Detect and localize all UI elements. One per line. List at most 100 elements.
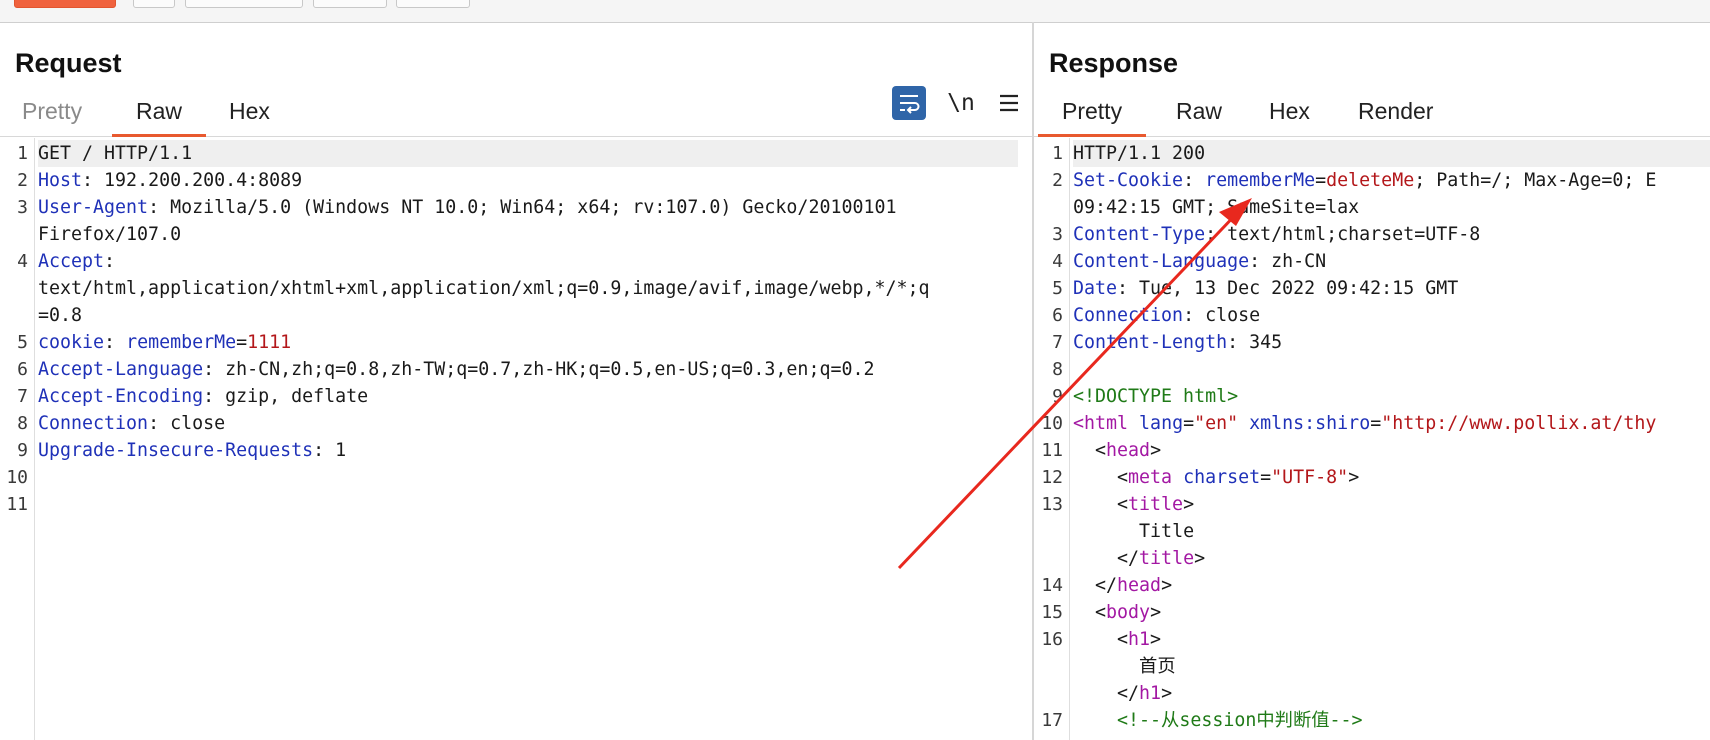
code-line: Accept-Language: zh-CN,zh;q=0.8,zh-TW;q=… [38,356,1032,383]
header-name: Connection [38,413,149,434]
code-line: <html lang="en" xmlns:shiro="http://www.… [1073,410,1710,437]
tag-name: body [1106,602,1151,623]
code-line: 09:42:15 GMT; SameSite=lax [1073,194,1710,221]
wrap-lines-icon[interactable] [892,86,926,120]
tab-hex[interactable]: Hex [229,98,270,125]
header-sep: : [104,251,116,272]
code-line: Title [1073,518,1710,545]
header-name: Accept [38,251,105,272]
code-line: Connection: close [38,410,1032,437]
hamburger-menu-icon[interactable] [992,86,1026,120]
code-line: </h1> [1073,683,1173,704]
line-number: 6 [17,359,28,380]
cookie-eq: = [236,332,248,353]
header-sep: : [1183,170,1206,191]
line-number: 18 [1041,734,1063,740]
header-name: Content-Type [1073,224,1206,245]
line-number: 5 [1052,278,1063,299]
response-editor[interactable]: 1 2 3 4 5 6 7 8 9 10 11 12 13 14 15 16 1… [1034,138,1710,740]
attr-name: xmlns:shiro [1238,413,1371,434]
code-line: Content-Type: text/html;charset=UTF-8 [1073,221,1710,248]
tab-raw[interactable]: Raw [1176,98,1222,125]
attr-value: "UTF-8" [1271,467,1349,488]
line-number: 9 [17,440,28,461]
tag-name: h1 [1139,683,1162,704]
header-sep: : [104,332,127,353]
line-number: 7 [1052,332,1063,353]
status-line: HTTP/1.1 200 [1073,143,1206,164]
code-line: </head> [1073,575,1173,596]
code-line: Set-Cookie: rememberMe=deleteMe; Path=/;… [1073,167,1710,194]
line-number: 3 [1052,224,1063,245]
history-back-button[interactable] [313,0,387,8]
top-toolbar [0,0,1710,23]
line-number: 11 [6,494,28,515]
cookie-eq: = [1315,170,1327,191]
line-number: 12 [1041,467,1063,488]
line-number: 9 [1052,386,1063,407]
code-line: HTTP/1.1 200 [1073,140,1710,167]
response-title: Response [1049,48,1179,78]
header-value: : Tue, 13 Dec 2022 09:42:15 GMT [1117,278,1459,299]
doctype: <!DOCTYPE html> [1073,386,1239,407]
line-number: 11 [1041,440,1063,461]
code-line: Accept: [38,248,1032,275]
code-line: text/html,application/xhtml+xml,applicat… [38,275,1032,302]
cookie-name: rememberMe [126,332,237,353]
response-panel: Response Pretty Raw Hex Render 1 2 3 4 5… [1034,22,1710,740]
line-number: 10 [6,467,28,488]
history-forward-button[interactable] [396,0,470,8]
header-name: Accept-Language [38,359,204,380]
line-number: 4 [1052,251,1063,272]
code-line: <head> [1073,440,1162,461]
request-line-text: GET / HTTP/1.1 [38,143,193,164]
line-number: 16 [1041,629,1063,650]
header-value: zh-CN,zh;q=0.8,zh-TW;q=0.7,zh-HK;q=0.5,e… [225,359,875,380]
cookie-value: deleteMe [1326,170,1415,191]
line-number: 2 [17,170,28,191]
header-sep: : [148,197,171,218]
line-number: 17 [1041,710,1063,731]
request-title: Request [15,48,122,78]
send-button[interactable] [14,0,116,8]
cancel-button[interactable] [185,0,303,8]
newline-toggle[interactable]: \n [944,86,978,120]
code-line: <h1> [1073,629,1162,650]
code-line: <body> [1073,602,1162,623]
code-line: cookie: rememberMe=1111 [38,329,1032,356]
attr-eq: = [1370,413,1382,434]
request-panel: Request Pretty Raw Hex \n 1 2 3 4 5 6 7 … [0,22,1032,740]
attr-value: "http://www.pollix.at/thy [1381,413,1657,434]
request-editor[interactable]: 1 2 3 4 5 6 7 8 9 10 11 GET / HTTP/1.1 H… [0,138,1032,740]
header-sep: : [203,386,226,407]
response-tabs: Pretty Raw Hex Render [1034,94,1710,137]
attr-name: charset [1172,467,1261,488]
header-name: Content-Length [1073,332,1228,353]
tag-name: h1 [1128,629,1151,650]
header-value: 192.200.200.4:8089 [104,170,303,191]
request-tabs: Pretty Raw Hex \n [0,86,1032,137]
code-line: Upgrade-Insecure-Requests: 1 [38,437,1032,464]
tab-hex[interactable]: Hex [1269,98,1310,125]
line-number: 6 [1052,305,1063,326]
code-line: =0.8 [38,302,1032,329]
tag-name: head [1117,575,1162,596]
code-line: <... [1073,734,1710,740]
line-number: 5 [17,332,28,353]
tab-render[interactable]: Render [1358,98,1433,125]
tag-name: title [1128,494,1184,515]
header-name: User-Agent [38,197,149,218]
header-value: Mozilla/5.0 (Windows NT 10.0; Win64; x64… [170,197,897,218]
response-line-gutter: 1 2 3 4 5 6 7 8 9 10 11 12 13 14 15 16 1… [1034,138,1070,740]
header-name: Upgrade-Insecure-Requests [38,440,314,461]
tab-raw[interactable]: Raw [111,98,207,137]
attr-value: "en" [1194,413,1239,434]
tab-pretty[interactable]: Pretty [1037,98,1147,137]
cookie-attrs: ; Path=/; Max-Age=0; E [1414,170,1657,191]
title-text: Title [1139,521,1195,542]
line-number: 10 [1041,413,1063,434]
settings-button[interactable] [133,0,175,8]
header-name: Set-Cookie [1073,170,1184,191]
tab-pretty[interactable]: Pretty [22,98,82,125]
code-line: Connection: close [1073,302,1710,329]
